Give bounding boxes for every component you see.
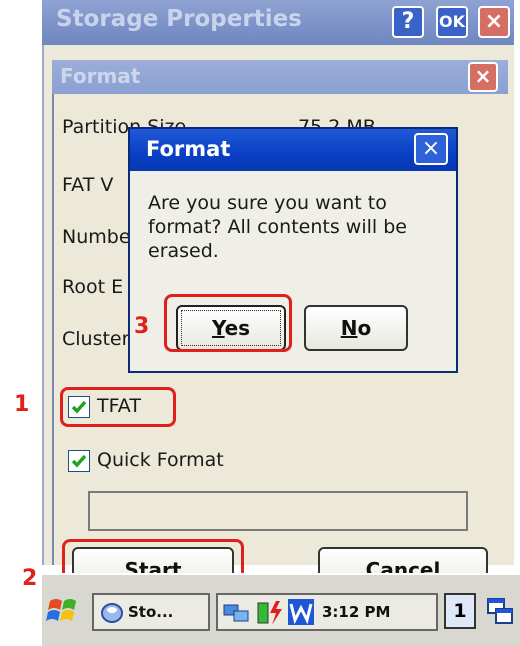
format-dialog-title: Format — [60, 64, 141, 88]
input-panel-button[interactable]: 1 — [444, 593, 476, 629]
taskbar: Sto... 3:12 PM 1 — [42, 573, 520, 646]
storage-properties-titlebar: Storage Properties ? OK × — [42, 0, 514, 45]
start-menu-button[interactable] — [44, 593, 86, 631]
confirm-dialog-titlebar: Format × — [130, 129, 456, 171]
ok-button[interactable]: OK — [436, 6, 468, 38]
confirm-dialog-title: Format — [146, 137, 231, 161]
confirm-message: Are you sure you want to format? All con… — [148, 192, 407, 262]
field-label-cluster: Cluster — [62, 328, 130, 350]
quick-format-label: Quick Format — [97, 449, 224, 471]
annotation-marker-2: 2 — [22, 566, 38, 591]
window-title: Storage Properties — [56, 6, 302, 32]
switch-windows-icon[interactable] — [486, 597, 516, 627]
wordpad-icon[interactable] — [288, 599, 314, 625]
taskbar-app-storage[interactable]: Sto... — [92, 593, 210, 631]
windows-flag-icon — [46, 599, 76, 621]
format-progress-bar — [88, 491, 468, 531]
battery-power-icon[interactable] — [256, 599, 286, 627]
storage-app-icon — [101, 603, 123, 623]
annotation-marker-3: 3 — [134, 314, 150, 339]
no-mnemonic: N — [340, 316, 358, 340]
network-icon[interactable] — [222, 599, 252, 625]
help-button[interactable]: ? — [392, 6, 424, 38]
confirm-dialog-close-button[interactable]: × — [414, 133, 448, 165]
annotation-marker-1: 1 — [14, 392, 30, 417]
field-label-number: Numbe — [62, 226, 131, 248]
no-label-rest: o — [357, 316, 372, 340]
clock[interactable]: 3:12 PM — [322, 595, 390, 629]
no-button[interactable]: No — [304, 305, 408, 351]
system-tray: 3:12 PM — [216, 593, 438, 631]
highlight-tfat — [60, 387, 176, 427]
checkmark-icon — [71, 454, 87, 468]
format-dialog-titlebar: Format — [52, 60, 508, 94]
highlight-yes — [164, 294, 292, 352]
quick-format-checkbox[interactable] — [68, 450, 90, 472]
taskbar-app-label: Sto... — [128, 603, 174, 621]
format-dialog-close-button[interactable]: × — [468, 62, 498, 92]
field-label-fat-version: FAT V — [62, 174, 114, 196]
field-label-root-entries: Root E — [62, 276, 124, 298]
close-window-button[interactable]: × — [478, 6, 510, 38]
